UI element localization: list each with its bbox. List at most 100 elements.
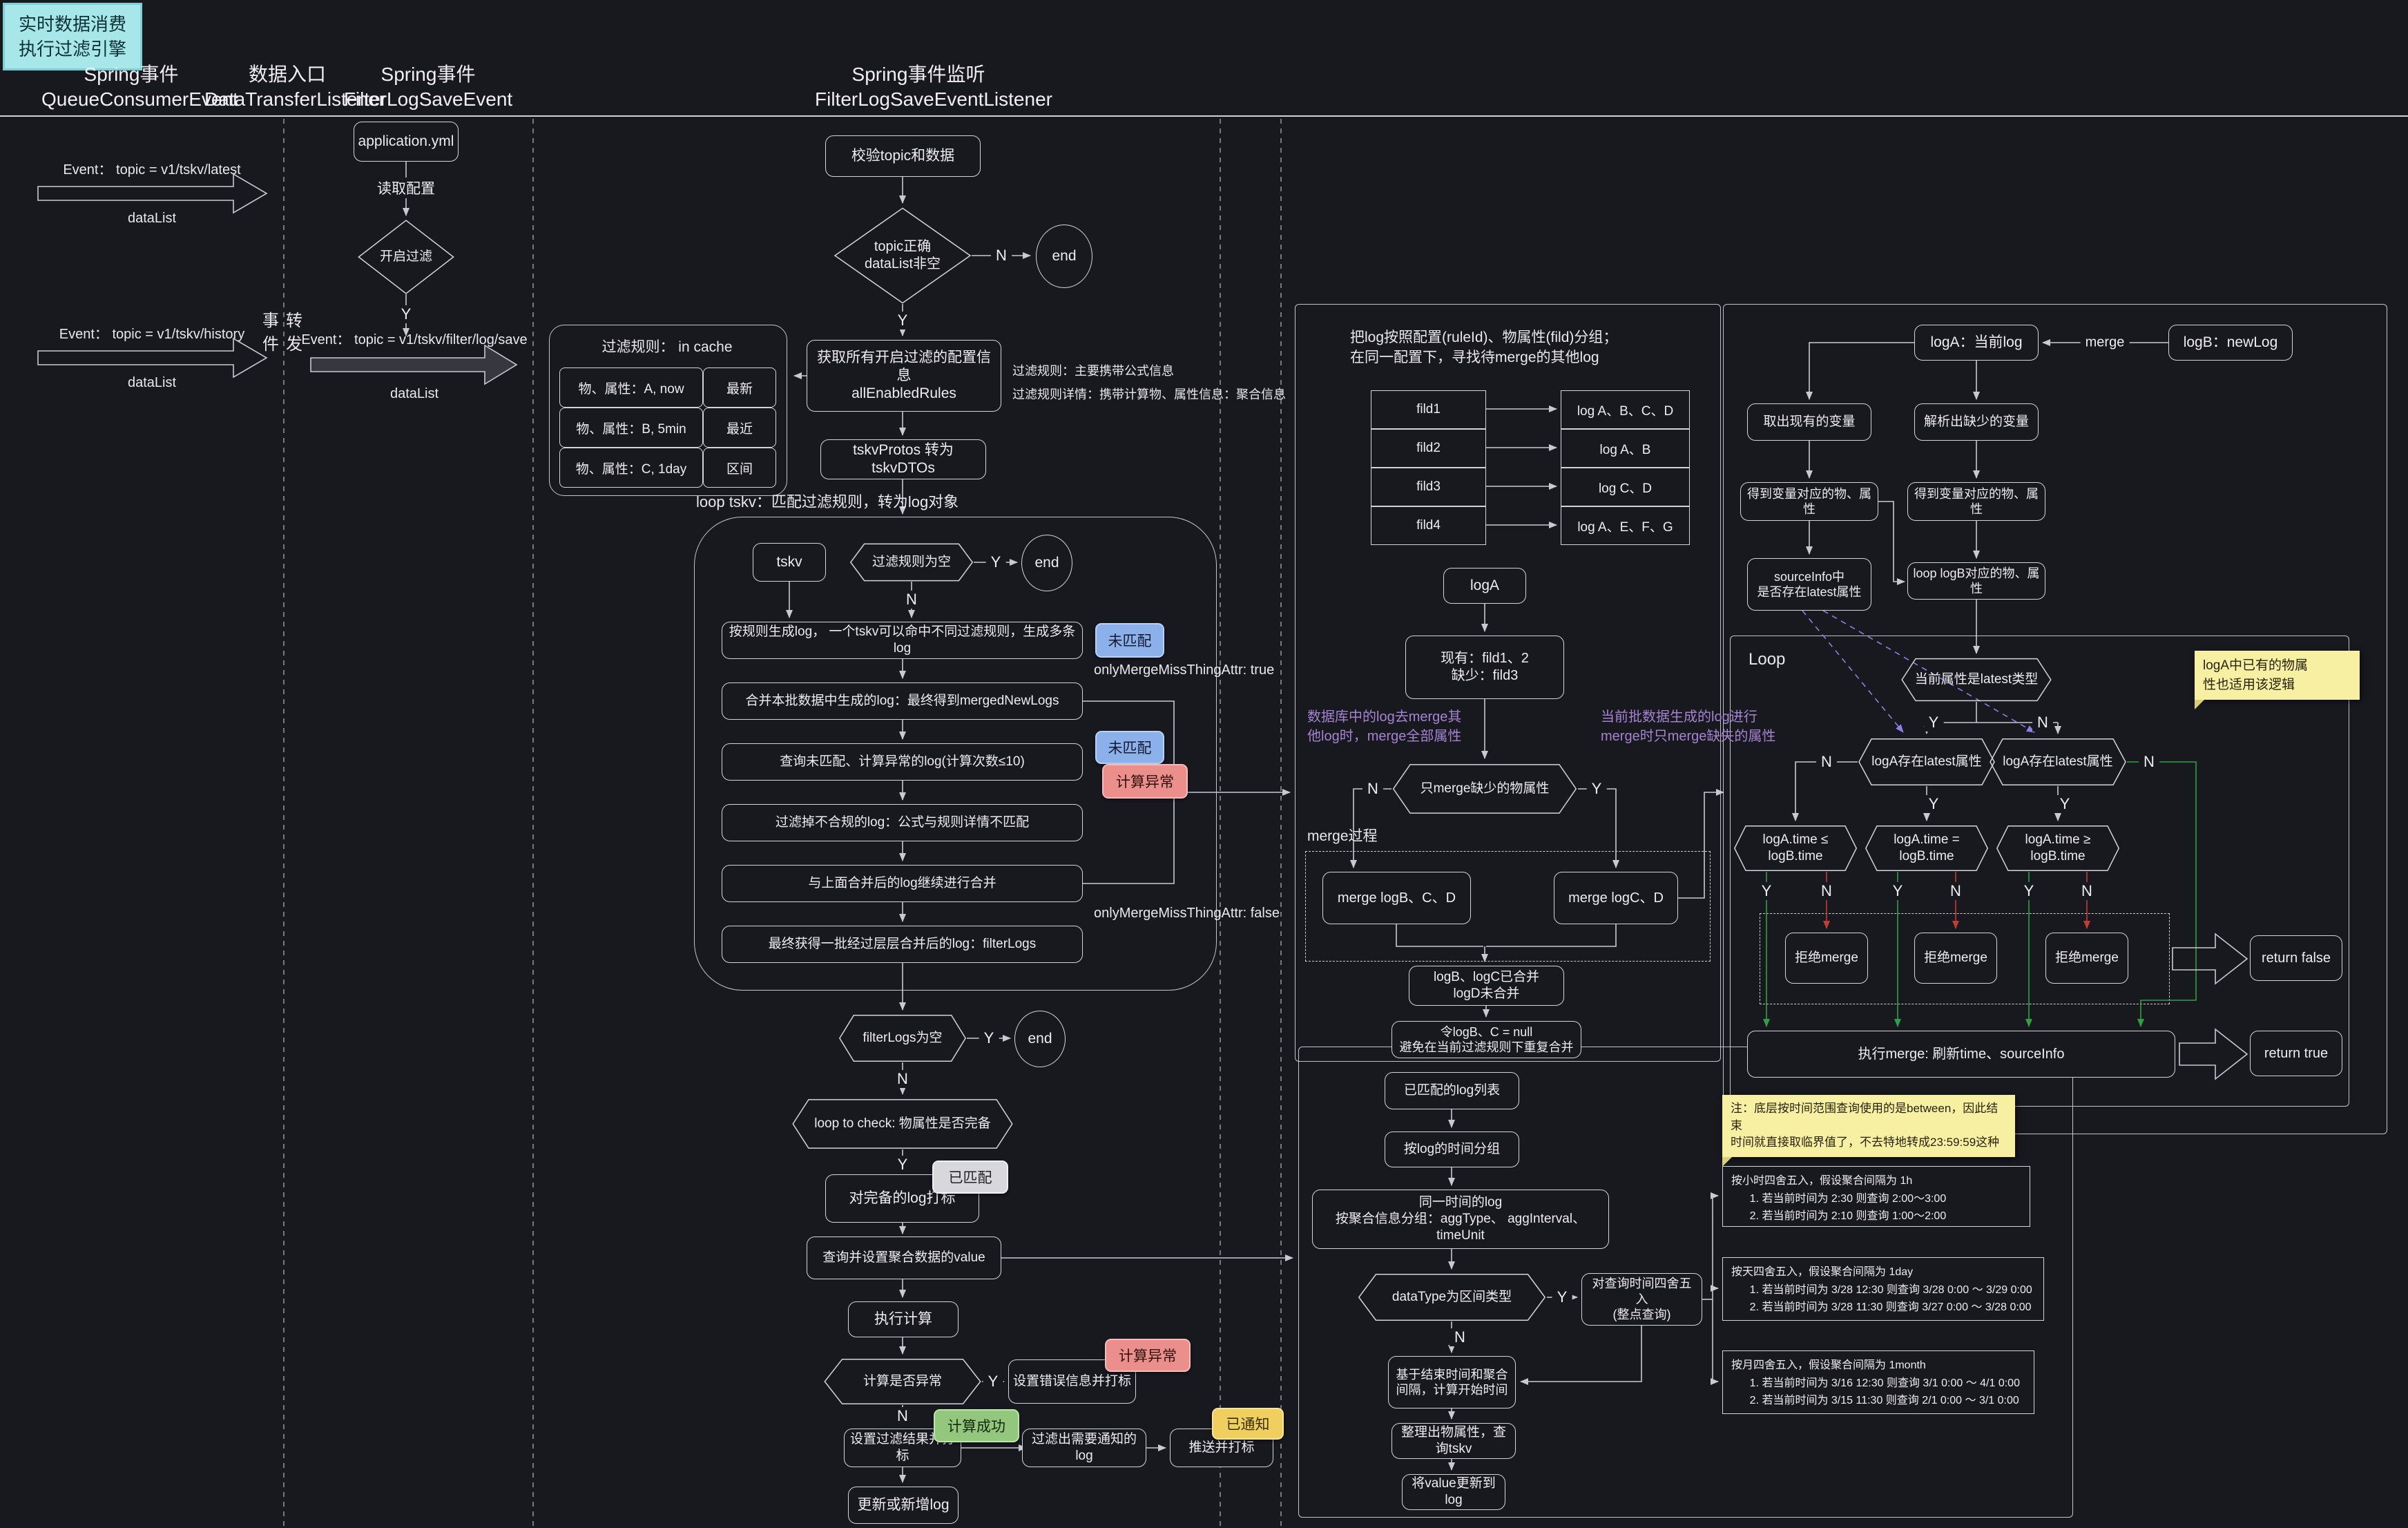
label-y-is-range: Y	[1552, 1288, 1572, 1306]
badge-notified: 已通知	[1212, 1408, 1284, 1440]
lane-header-title: Spring事件	[342, 62, 514, 87]
rules-note: 过滤规则：主要携带公式信息 过滤规则详情：携带计算物、属性信息：聚合信息	[1012, 359, 1286, 406]
badge-calc-ok: 计算成功	[934, 1409, 1019, 1442]
query-agg-box: 查询并设置聚合数据的value	[807, 1236, 1001, 1279]
label-n-t3: N	[2077, 882, 2097, 900]
update-log-box: 更新或新增log	[848, 1487, 959, 1524]
label-y-calc-error: Y	[983, 1373, 1003, 1391]
is-range-hex: dataType为区间类型	[1357, 1273, 1547, 1321]
return-false-box: return false	[2250, 935, 2342, 981]
application-yml-box: application.yml	[354, 122, 459, 162]
event-arrow-1	[38, 174, 267, 213]
lane-label-forward: 转 发	[286, 309, 302, 356]
diamond-text: 开启过滤	[373, 249, 439, 265]
label-y-only-miss: Y	[1587, 780, 1607, 798]
label-y-t3: Y	[2019, 882, 2039, 900]
tskv-box: tskv	[753, 543, 826, 582]
logb-new-box: logB：newLog	[2168, 325, 2293, 361]
cache-cell-left-2: 物、属性：B, 5min	[559, 408, 703, 448]
sticky-note-between: 注：底层按时间范围查询使用的是between，因此结束 时间就直接取临界值了，不…	[1722, 1095, 2015, 1157]
hex-text: filterLogs为空	[856, 1030, 949, 1047]
map-attrs-right-box: 得到变量对应的物、属性	[1907, 482, 2045, 521]
label-n-topic: N	[991, 247, 1012, 265]
cache-cell-right-3: 区间	[703, 448, 776, 488]
a-latest-left-hex: logA存在latest属性	[1858, 738, 1996, 786]
label-y-loop-check: Y	[893, 1156, 913, 1174]
time-le-hex: logA.time ≤ logB.time	[1733, 825, 1858, 872]
merge-cd-box: merge logC、D	[1554, 872, 1678, 924]
badge-calc-error-2: 计算异常	[1105, 1339, 1191, 1372]
fetch-rules-box: 获取所有开启过滤的配置信息 allEnabledRules	[807, 340, 1001, 412]
map-attrs-left-box: 得到变量对应的物、属性	[1740, 482, 1878, 521]
gen-log-box: 按规则生成log， 一个tskv可以命中不同过滤规则，生成多条log	[722, 622, 1083, 659]
hex-text: logA.time = logB.time	[1865, 832, 1989, 865]
fild-log-cell-4: log A、E、F、G	[1561, 506, 1690, 545]
cache-cell-right-1: 最新	[703, 367, 776, 408]
event1-payload: dataList	[128, 209, 176, 228]
event3-payload: dataList	[390, 384, 439, 403]
exec-calc-box: 执行计算	[848, 1301, 959, 1337]
end-ellipse-2: end	[1021, 535, 1072, 591]
event-arrow-2	[38, 338, 267, 377]
label-n-rules-empty: N	[901, 591, 922, 609]
merge-batch-box: 合并本批数据中生成的log：最终得到mergedNewLogs	[722, 682, 1083, 720]
lane-header-title: Spring事件监听	[815, 62, 1022, 87]
hex-text: 过滤规则为空	[865, 554, 958, 571]
loga-box: logA	[1443, 568, 1526, 604]
event1-label: Event： topic = v1/tskv/latest	[63, 160, 240, 180]
block-arrow-return-false	[2173, 934, 2247, 984]
fild-cell-4: fild4	[1371, 506, 1486, 545]
tag-line1: 实时数据消费	[19, 12, 126, 37]
group-caption: 把log按照配置(ruleId)、物属性(fild)分组； 在同一配置下，寻找待…	[1350, 327, 1617, 368]
label-y-latest-left: Y	[1924, 795, 1944, 813]
end-ellipse-3: end	[1014, 1011, 1066, 1067]
only-merge-false-label: onlyMergeMissThingAttr: false	[1094, 904, 1280, 923]
label-n-cur-latest: N	[2032, 714, 2053, 732]
lane-header-subtitle: QueueConsumerEvent	[41, 87, 221, 112]
cur-latest-hex: 当前属性是latest类型	[1900, 658, 2052, 702]
hex-text: 当前属性是latest类型	[1908, 671, 2045, 688]
filterlogs-empty-hex: filterLogs为空	[838, 1014, 967, 1062]
label-y-cur-latest: Y	[1924, 714, 1944, 732]
source-info-box: sourceInfo中 是否存在latest属性	[1747, 558, 1871, 611]
title-tag: 实时数据消费 执行过滤引擎	[3, 3, 142, 70]
matched-list-box: 已匹配的log列表	[1385, 1072, 1519, 1109]
hour-note-box: 按小时四舍五入，假设聚合间隔为 1h 1. 若当前时间为 2:30 则查询 2:…	[1722, 1166, 2030, 1227]
badge-calc-error-1: 计算异常	[1102, 764, 1188, 799]
day-note-box: 按天四舍五入，假设聚合间隔为 1day 1. 若当前时间为 3/28 12:30…	[1722, 1257, 2044, 1321]
loop-merge-label: Loop	[1749, 648, 1785, 671]
end-ellipse-1: end	[1036, 225, 1092, 288]
group-time-box: 按log的时间分组	[1385, 1131, 1519, 1167]
diagram-canvas: 实时数据消费 执行过滤引擎 Spring事件 QueueConsumerEven…	[0, 0, 2408, 1528]
fild-cell-3: fild3	[1371, 468, 1486, 506]
label-merge: merge	[2081, 335, 2130, 351]
update-value-box: 将value更新到log	[1402, 1474, 1505, 1510]
note-db-merge: 数据库中的log去merge其 他log时，merge全部属性	[1307, 707, 1461, 746]
label-n-t1: N	[1816, 882, 1837, 900]
hex-text: logA.time ≥ logB.time	[1996, 832, 2120, 865]
hex-text: 计算是否异常	[856, 1373, 949, 1390]
label-n-is-range: N	[1449, 1328, 1470, 1346]
label-y-latest-right: Y	[2055, 795, 2075, 813]
badge-matched: 已匹配	[932, 1161, 1008, 1194]
event-arrow-3	[311, 345, 517, 384]
label-n-latest-left: N	[1816, 753, 1837, 771]
return-true-box: return true	[2250, 1031, 2342, 1076]
badge-unmatched-1: 未匹配	[1095, 623, 1164, 658]
collect-query-box: 整理出物属性，查询tskv	[1391, 1423, 1516, 1459]
label-n-only-miss: N	[1362, 780, 1383, 798]
lane-header-title: Spring事件	[41, 62, 221, 87]
badge-unmatched-2: 未匹配	[1095, 731, 1164, 764]
loga-current-box: logA：当前log	[1914, 325, 2039, 361]
hex-text: loop to check: 物属性是否完备	[807, 1116, 998, 1132]
set-null-box: 令logB、C = null 避免在当前过滤规则下重复合并	[1391, 1021, 1581, 1058]
round-query-box: 对查询时间四舍五入 (整点查询)	[1581, 1273, 1702, 1326]
merged-state-box: logB、logC已合并 logD未合并	[1409, 966, 1564, 1006]
only-miss-hex: 只merge缺少的物属性	[1391, 763, 1578, 814]
reject-merge-box-2: 拒绝merge	[1914, 933, 1997, 984]
merge-bcd-box: merge logB、C、D	[1322, 872, 1471, 924]
loop-check-hex: loop to check: 物属性是否完备	[791, 1098, 1014, 1149]
event2-label: Event： topic = v1/tskv/history	[59, 325, 244, 344]
cache-cell-right-2: 最近	[703, 408, 776, 448]
fild-cell-2: fild2	[1371, 429, 1486, 468]
